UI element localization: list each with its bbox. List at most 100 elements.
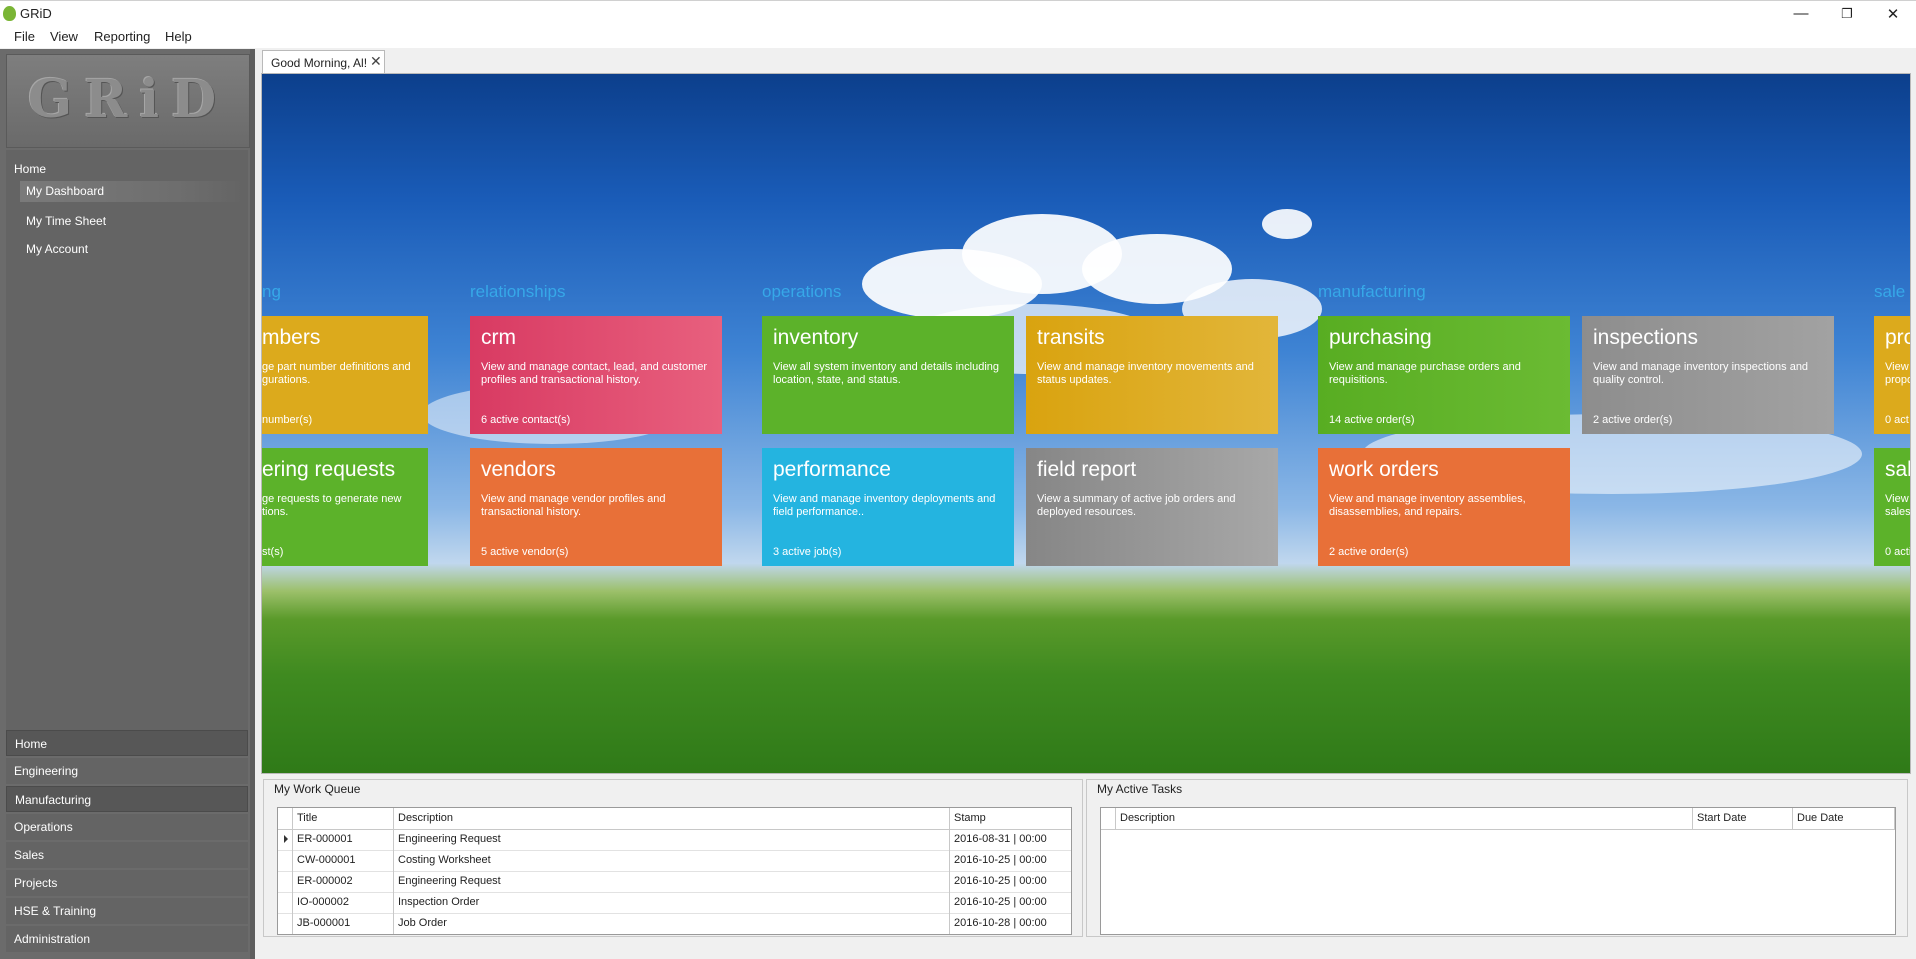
tab-close-icon[interactable]: ✕ (370, 53, 382, 70)
dashboard-panel: ng relationships operations manufacturin… (261, 73, 1911, 774)
table-row[interactable]: ER-000002 Engineering Request 2016-10-25… (278, 871, 1071, 893)
column-header-title[interactable]: Title (292, 808, 393, 829)
tile-transits[interactable]: transits View and manage inventory movem… (1026, 316, 1278, 434)
tile-count: 2 active order(s) (1593, 414, 1673, 426)
tab-dashboard[interactable]: Good Morning, Al! ✕ (262, 50, 385, 73)
section-projects[interactable]: Projects (6, 870, 248, 896)
table-row[interactable]: CW-000001 Costing Worksheet 2016-10-25 |… (278, 850, 1071, 872)
grid-header: Description Start Date Due Date (1101, 808, 1895, 830)
tile-count: 5 active vendor(s) (481, 546, 569, 558)
table-row[interactable]: ER-000001 Engineering Request 2016-08-31… (278, 829, 1071, 851)
cell-title: ER-000001 (292, 829, 393, 850)
tile-title: crm (481, 326, 516, 349)
tile-purchasing[interactable]: purchasing View and manage purchase orde… (1318, 316, 1570, 434)
row-indicator-icon (284, 835, 288, 843)
nav-tree-root-home[interactable]: Home (14, 162, 46, 176)
window-title: GRiD (20, 6, 52, 21)
tile-inspections[interactable]: inspections View and manage inventory in… (1582, 316, 1834, 434)
restore-button[interactable]: ❐ (1827, 1, 1867, 26)
tile-description: View and manage contact, lead, and custo… (481, 361, 708, 386)
group-label-relationships: relationships (470, 282, 566, 301)
column-header-due-date[interactable]: Due Date (1792, 808, 1895, 829)
cell-title: JB-000001 (292, 913, 393, 934)
tile-description: View and manage inventory movements and … (1037, 361, 1254, 386)
tile-work-orders[interactable]: work orders View and manage inventory as… (1318, 448, 1570, 566)
menu-file[interactable]: File (14, 29, 35, 44)
tile-proposals[interactable]: pro View propo 0 act (1874, 316, 1911, 434)
section-manufacturing[interactable]: Manufacturing (6, 786, 248, 812)
nav-tree: Home My Dashboard My Time Sheet My Accou… (6, 150, 248, 751)
cell-description: Job Order (393, 913, 949, 934)
column-header-stamp[interactable]: Stamp (949, 808, 1071, 829)
grid-header: Title Description Stamp (278, 808, 1071, 830)
table-row[interactable]: IO-000002 Inspection Order 2016-10-25 | … (278, 892, 1071, 914)
nav-item-my-account[interactable]: My Account (26, 242, 88, 256)
tile-count: 2 active order(s) (1329, 546, 1409, 558)
cell-title: IO-000002 (292, 892, 393, 913)
close-window-button[interactable]: ✕ (1873, 1, 1913, 26)
cell-description: Engineering Request (393, 871, 949, 892)
nav-item-my-time-sheet[interactable]: My Time Sheet (26, 214, 106, 228)
tile-part-numbers[interactable]: mbers ge part number definitions and gur… (262, 316, 428, 434)
tile-crm[interactable]: crm View and manage contact, lead, and c… (470, 316, 722, 434)
menu-view[interactable]: View (50, 29, 78, 44)
menu-reporting[interactable]: Reporting (94, 29, 150, 44)
column-header-description[interactable]: Description (393, 808, 949, 829)
table-row[interactable]: JB-000001 Job Order 2016-10-28 | 00:00 (278, 913, 1071, 934)
tile-performance[interactable]: performance View and manage inventory de… (762, 448, 1014, 566)
tile-description: View all system inventory and details in… (773, 361, 1000, 386)
work-queue-grid: Title Description Stamp ER-000001 Engine… (277, 807, 1072, 935)
active-tasks-title: My Active Tasks (1097, 782, 1183, 796)
tile-engineering-requests[interactable]: ering requests ge requests to generate n… (262, 448, 428, 566)
menu-help[interactable]: Help (165, 29, 192, 44)
tile-title: inspections (1593, 326, 1699, 349)
app-logo-icon (3, 6, 16, 21)
column-header-start-date[interactable]: Start Date (1692, 808, 1792, 829)
tile-description: View sales (1885, 493, 1911, 518)
sidebar-splitter[interactable] (250, 49, 255, 959)
tile-description: View and manage inventory deployments an… (773, 493, 996, 518)
tile-title: field report (1037, 458, 1137, 481)
group-label-operations: operations (762, 282, 842, 301)
cell-description: Engineering Request (393, 829, 949, 850)
section-hse-training[interactable]: HSE & Training (6, 898, 248, 924)
tile-description: View and manage purchase orders and requ… (1329, 361, 1521, 386)
tile-inventory[interactable]: inventory View all system inventory and … (762, 316, 1014, 434)
cell-title: ER-000002 (292, 871, 393, 892)
cell-stamp: 2016-10-25 | 00:00 (949, 892, 1071, 913)
nav-item-my-dashboard[interactable]: My Dashboard (20, 181, 244, 202)
tile-title: vendors (481, 458, 556, 481)
tile-description: View and manage inventory inspections an… (1593, 361, 1809, 386)
tile-sales[interactable]: sal View sales 0 acti (1874, 448, 1911, 566)
minimize-button[interactable]: — (1781, 1, 1821, 26)
menu-bar: File View Reporting Help (0, 26, 1916, 48)
tile-title: work orders (1329, 458, 1439, 481)
tile-description: View and manage inventory assemblies, di… (1329, 493, 1526, 518)
work-queue-panel: My Work Queue Title Description Stamp ER… (263, 779, 1083, 937)
tile-field-report[interactable]: field report View a summary of active jo… (1026, 448, 1278, 566)
sidebar: GRiD Home My Dashboard My Time Sheet My … (0, 49, 255, 959)
group-label-manufacturing: manufacturing (1318, 282, 1426, 301)
cell-stamp: 2016-10-25 | 00:00 (949, 871, 1071, 892)
section-home[interactable]: Home (6, 730, 248, 756)
section-operations[interactable]: Operations (6, 814, 248, 840)
tile-description: View a summary of active job orders and … (1037, 493, 1236, 518)
cell-stamp: 2016-10-28 | 00:00 (949, 913, 1071, 934)
tile-count: 3 active job(s) (773, 546, 842, 558)
tile-title: inventory (773, 326, 859, 349)
tile-title: ering requests (262, 458, 396, 481)
section-sales[interactable]: Sales (6, 842, 248, 868)
section-engineering[interactable]: Engineering (6, 758, 248, 784)
tile-description: ge part number definitions and gurations… (262, 361, 411, 386)
tile-vendors[interactable]: vendors View and manage vendor profiles … (470, 448, 722, 566)
section-administration[interactable]: Administration (6, 926, 248, 952)
logo-text: GRiD (27, 69, 229, 130)
column-header-description[interactable]: Description (1115, 808, 1692, 829)
tile-description: ge requests to generate new tions. (262, 493, 402, 518)
cell-stamp: 2016-10-25 | 00:00 (949, 850, 1071, 871)
tab-label: Good Morning, Al! (271, 56, 368, 70)
cell-stamp: 2016-08-31 | 00:00 (949, 829, 1071, 850)
tile-description: View propo (1885, 361, 1911, 386)
tile-count: number(s) (262, 414, 313, 426)
tile-count: 6 active contact(s) (481, 414, 571, 426)
